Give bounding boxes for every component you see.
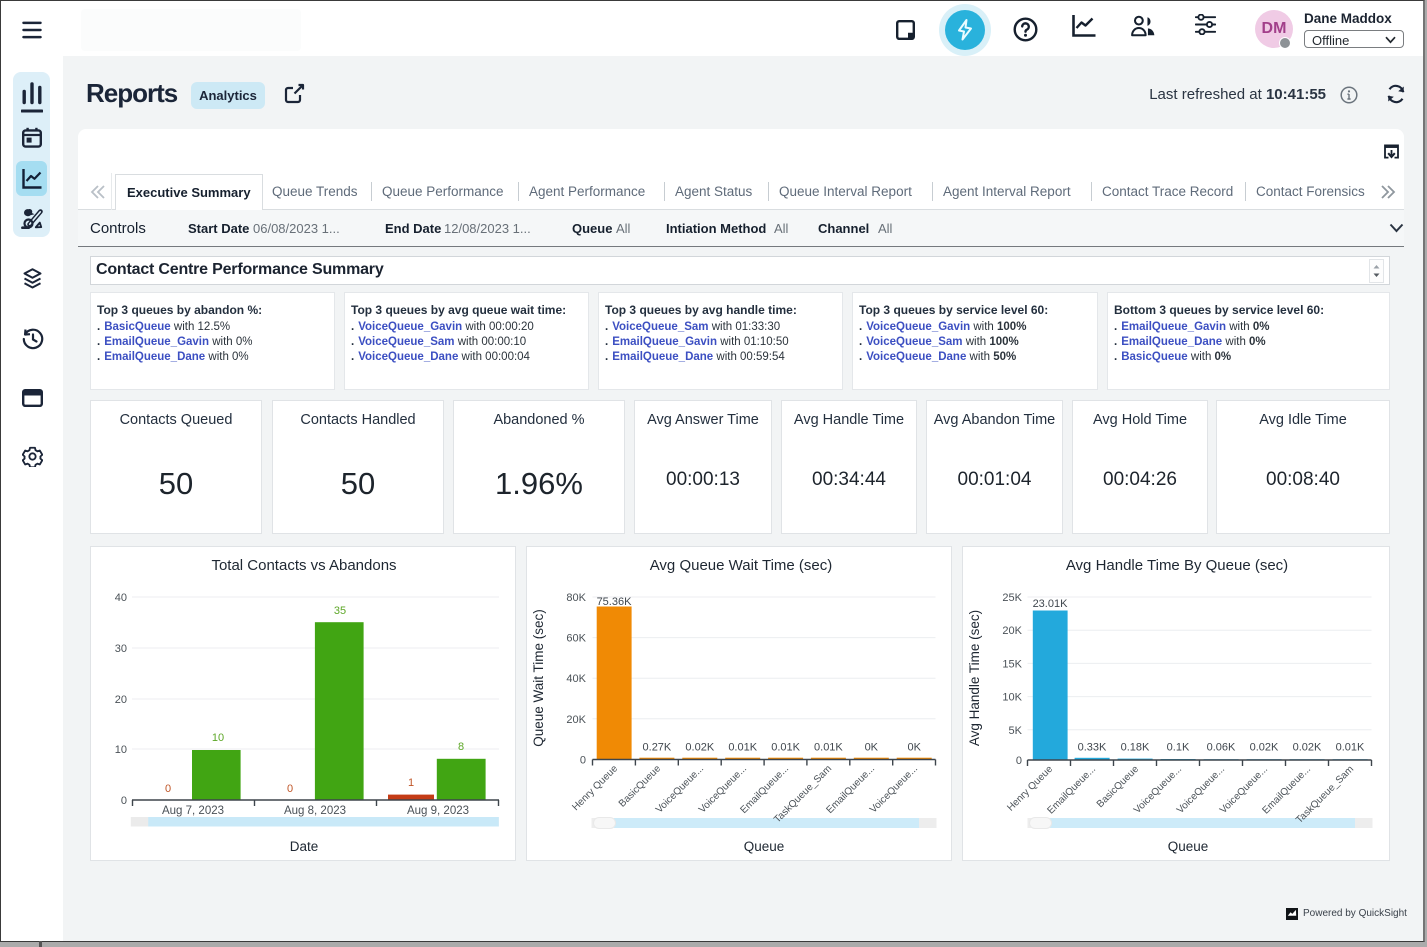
svg-text:0.01K: 0.01K — [1336, 742, 1365, 754]
svg-text:0: 0 — [580, 755, 586, 767]
svg-text:0.1K: 0.1K — [1167, 742, 1190, 754]
svg-text:40K: 40K — [566, 673, 586, 685]
svg-text:0.01K: 0.01K — [728, 742, 757, 754]
svg-text:BasicQueue: BasicQueue — [1095, 764, 1142, 811]
svg-text:8: 8 — [458, 741, 464, 753]
svg-text:1: 1 — [408, 777, 414, 789]
svg-text:10: 10 — [212, 732, 224, 744]
svg-text:40: 40 — [115, 592, 127, 604]
svg-text:0.01K: 0.01K — [771, 742, 800, 754]
svg-text:80K: 80K — [566, 592, 586, 604]
svg-text:0.01K: 0.01K — [814, 742, 843, 754]
svg-text:20K: 20K — [1002, 625, 1022, 637]
svg-text:Avg Handle Time By Queue (sec): Avg Handle Time By Queue (sec) — [1066, 557, 1288, 574]
svg-text:Avg Handle Time (sec): Avg Handle Time (sec) — [967, 610, 982, 746]
svg-text:15K: 15K — [1002, 658, 1022, 670]
svg-text:20: 20 — [115, 694, 127, 706]
svg-text:10K: 10K — [1002, 692, 1022, 704]
svg-text:25K: 25K — [1002, 592, 1022, 604]
svg-text:0.33K: 0.33K — [1078, 742, 1107, 754]
svg-text:5K: 5K — [1009, 725, 1023, 737]
svg-text:Queue: Queue — [1168, 839, 1209, 854]
svg-text:0.02K: 0.02K — [1293, 742, 1322, 754]
svg-text:Aug 7, 2023: Aug 7, 2023 — [162, 805, 224, 817]
svg-text:0K: 0K — [907, 742, 921, 754]
svg-text:Aug 8, 2023: Aug 8, 2023 — [284, 805, 346, 817]
svg-text:Total Contacts vs Abandons: Total Contacts vs Abandons — [211, 557, 396, 574]
svg-text:23.01K: 23.01K — [1033, 598, 1069, 610]
svg-text:0.06K: 0.06K — [1207, 742, 1236, 754]
svg-text:0.18K: 0.18K — [1121, 742, 1150, 754]
svg-text:20K: 20K — [566, 714, 586, 726]
svg-text:Date: Date — [290, 839, 319, 854]
svg-text:Queue Wait Time (sec): Queue Wait Time (sec) — [531, 609, 546, 747]
svg-text:75.36K: 75.36K — [597, 596, 633, 608]
svg-text:0.27K: 0.27K — [643, 742, 672, 754]
svg-text:Avg Queue Wait Time (sec): Avg Queue Wait Time (sec) — [650, 557, 833, 574]
svg-text:BasicQueue: BasicQueue — [617, 763, 664, 810]
svg-text:0.02K: 0.02K — [685, 742, 714, 754]
svg-text:0.02K: 0.02K — [1250, 742, 1279, 754]
svg-text:0: 0 — [287, 783, 293, 795]
svg-text:Aug 9, 2023: Aug 9, 2023 — [407, 805, 469, 817]
svg-text:0K: 0K — [865, 742, 879, 754]
svg-text:0: 0 — [121, 795, 127, 807]
svg-text:Henry Queue: Henry Queue — [570, 763, 620, 813]
svg-text:0: 0 — [1016, 755, 1022, 767]
svg-text:0: 0 — [165, 783, 171, 795]
svg-text:30: 30 — [115, 643, 127, 655]
svg-text:10: 10 — [115, 744, 127, 756]
svg-text:Queue: Queue — [744, 839, 785, 854]
svg-text:35: 35 — [334, 605, 346, 617]
svg-text:60K: 60K — [566, 633, 586, 645]
